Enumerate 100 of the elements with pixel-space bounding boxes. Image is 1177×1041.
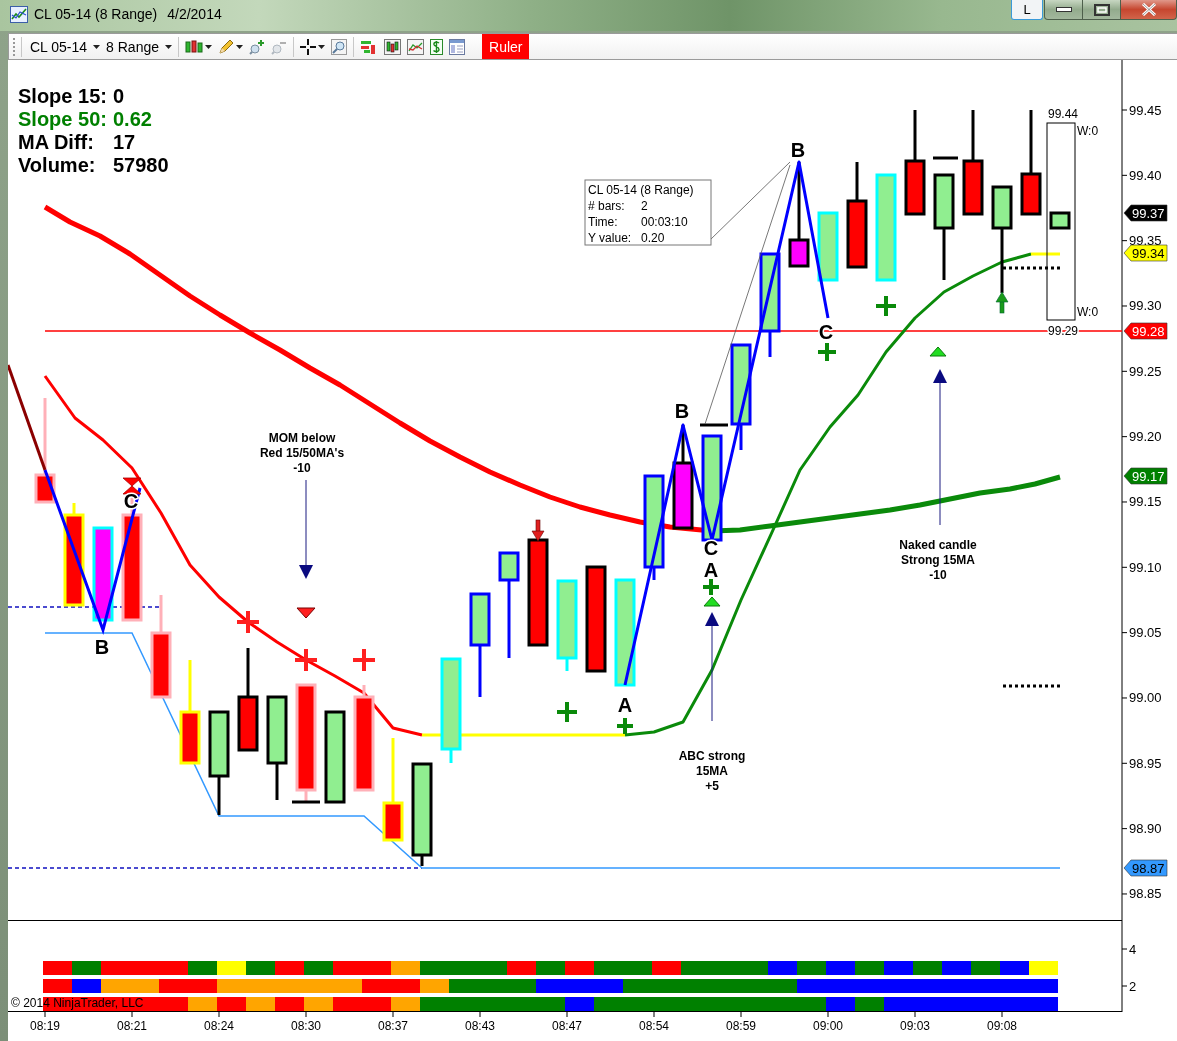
time-tick: 08:19	[30, 1012, 60, 1033]
ruler-info-value: 2	[641, 199, 648, 213]
range-width-label: W:0	[1077, 124, 1099, 138]
price-tag: 98.87	[1123, 859, 1168, 877]
time-tick: 09:08	[987, 1012, 1017, 1033]
maximize-button[interactable]	[1083, 0, 1121, 20]
ruler-info-value: 00:03:10	[641, 215, 688, 229]
price-tick: 99.10	[1121, 559, 1162, 575]
dash-mark	[933, 156, 958, 160]
zoom-in-icon[interactable]	[249, 38, 265, 55]
candle	[1049, 211, 1071, 230]
triangle-up-icon	[929, 346, 947, 357]
price-tick: 98.95	[1121, 755, 1162, 771]
caret-icon	[165, 44, 172, 49]
pencil-icon[interactable]	[218, 38, 234, 55]
close-button[interactable]	[1121, 0, 1177, 20]
caret-icon[interactable]	[236, 44, 243, 49]
dotted-line	[1003, 684, 1060, 688]
dash-mark	[292, 800, 320, 804]
ruler-button[interactable]: Ruler	[482, 34, 530, 59]
price-tag: 99.34	[1123, 244, 1168, 262]
triangle-down-icon	[296, 607, 316, 619]
stat-value: 17	[113, 131, 136, 153]
price-tick: 98.85	[1121, 886, 1162, 902]
stat-label: Volume:	[18, 154, 96, 176]
ruler-info-title: CL 05-14 (8 Range)	[588, 183, 694, 197]
candle	[817, 211, 839, 282]
plus-icon	[353, 649, 375, 671]
window-title: CL 05-14 (8 Range)	[34, 6, 158, 22]
caret-icon[interactable]	[205, 44, 212, 49]
indicator-tick: 2	[1121, 978, 1137, 994]
price-tag: 99.28	[1123, 322, 1168, 340]
annotation-text: MOM below Red 15/50MA's -10	[259, 431, 345, 475]
stat-value: 57980	[113, 154, 169, 176]
price-tick: 99.20	[1121, 429, 1162, 445]
price-tick: 99.05	[1121, 625, 1162, 641]
line-chart-icon[interactable]	[407, 38, 424, 55]
stat-label: Slope 50:	[18, 108, 107, 130]
instrument-dropdown[interactable]: CL 05-14	[27, 35, 104, 58]
range-width-label: W:0	[1077, 305, 1099, 319]
caret-icon[interactable]	[318, 44, 325, 49]
time-tick: 08:37	[378, 1012, 408, 1033]
grip-icon[interactable]	[13, 37, 16, 56]
price-tick: 99.30	[1121, 298, 1162, 314]
wave-label: B	[790, 139, 806, 161]
wave-label: A	[703, 559, 719, 581]
price-tick: 99.45	[1121, 102, 1162, 118]
minimize-icon	[1055, 7, 1072, 12]
hourglass-icon	[122, 477, 142, 495]
price-tick: 99.00	[1121, 690, 1162, 706]
chart-icon	[10, 6, 28, 23]
triangle-up-icon	[703, 596, 721, 607]
indicator-icon[interactable]	[360, 38, 378, 55]
plus-icon	[617, 718, 633, 734]
price-tick: 99.15	[1121, 494, 1162, 510]
stat-label: Slope 15:	[18, 85, 107, 107]
candlestick-icon[interactable]	[185, 38, 203, 55]
wave-label: B	[674, 400, 690, 422]
time-tick: 08:21	[117, 1012, 147, 1033]
wave-label: A	[617, 694, 633, 716]
layout-button[interactable]: L	[1011, 0, 1043, 20]
time-tick: 09:00	[813, 1012, 843, 1033]
indicator-tick: 4	[1121, 941, 1137, 957]
annotation-text: Naked candle Strong 15MA -10	[899, 538, 977, 582]
dollar-icon[interactable]	[430, 38, 443, 55]
search-icon[interactable]	[331, 38, 347, 55]
stat-label: MA Diff:	[18, 131, 94, 153]
price-tick: 98.90	[1121, 821, 1162, 837]
dash-mark	[700, 423, 728, 427]
plus-icon	[876, 296, 896, 316]
minimize-button[interactable]	[1044, 0, 1083, 20]
dotted-line	[1003, 266, 1060, 270]
range-high-label: 99.44	[1048, 107, 1078, 121]
time-tick: 08:47	[552, 1012, 582, 1033]
ruler-info-value: 0.20	[641, 231, 665, 245]
plus-icon	[557, 702, 577, 722]
interval-dropdown[interactable]: 8 Range	[103, 35, 175, 58]
time-tick: 08:59	[726, 1012, 756, 1033]
close-icon	[1140, 3, 1157, 16]
price-tick: 99.40	[1121, 167, 1162, 183]
maximize-icon	[1093, 3, 1110, 16]
crosshair-icon[interactable]	[300, 38, 316, 55]
plus-icon	[703, 579, 719, 595]
price-tick: 99.25	[1121, 363, 1162, 379]
wave-label: C	[703, 537, 719, 559]
plus-icon	[295, 649, 317, 671]
arrow-down-icon	[531, 519, 545, 542]
candle-chart-icon[interactable]	[384, 38, 401, 55]
time-tick: 08:54	[639, 1012, 669, 1033]
annotation-text: ABC strong 15MA +5	[678, 749, 746, 793]
price-tag: 99.37	[1123, 204, 1168, 222]
time-tick: 08:43	[465, 1012, 495, 1033]
time-tick: 09:03	[900, 1012, 930, 1033]
plus-icon	[818, 343, 836, 361]
price-tag: 99.17	[1123, 467, 1168, 485]
panel-icon[interactable]	[449, 38, 465, 55]
stat-value: 0.62	[113, 108, 152, 130]
stat-value: 0	[113, 85, 125, 107]
ruler-info-label: # bars:	[588, 199, 625, 213]
window-date: 4/2/2014	[167, 6, 222, 22]
